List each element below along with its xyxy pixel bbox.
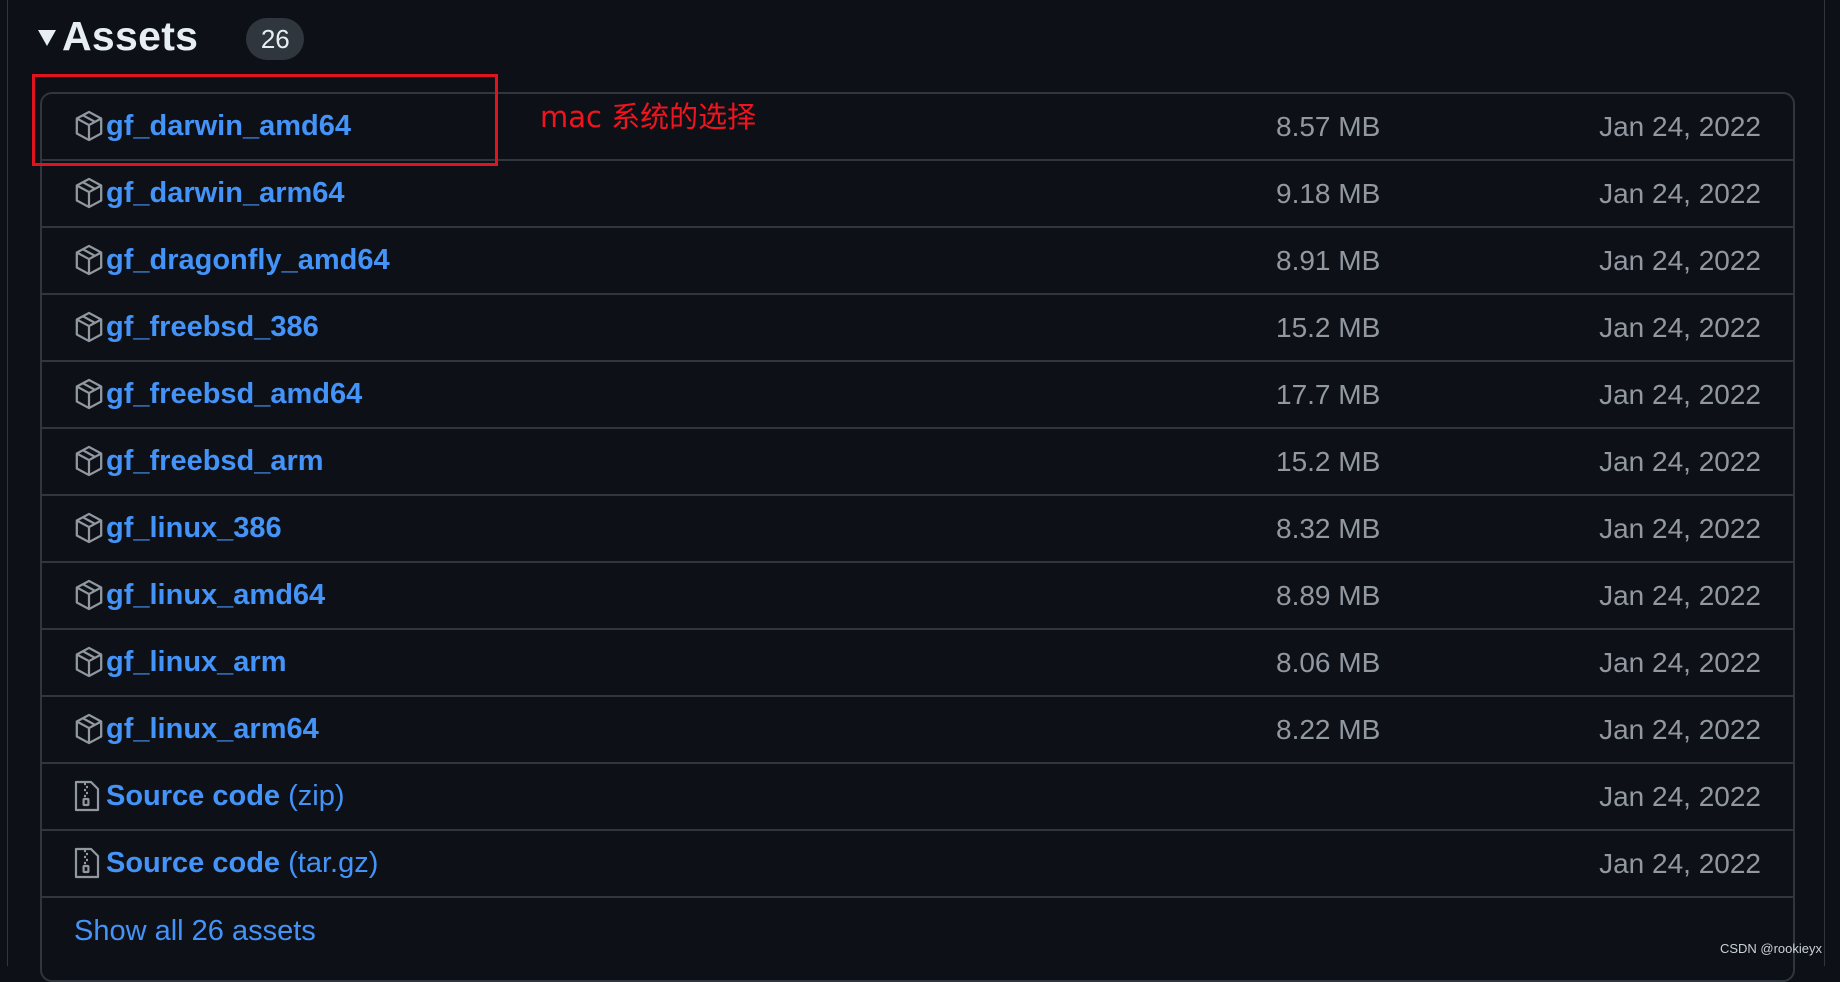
asset-row: gf_linux_arm 8.06 MB Jan 24, 2022 (42, 630, 1793, 697)
asset-date: Jan 24, 2022 (1599, 781, 1761, 812)
left-divider (7, 0, 8, 966)
show-all-assets-link[interactable]: Show all 26 assets (74, 898, 316, 964)
asset-download-link[interactable]: gf_darwin_arm64 (106, 161, 345, 226)
watermark: CSDN @rookieyx (1719, 941, 1822, 956)
assets-title: Assets (62, 12, 199, 59)
asset-date: Jan 24, 2022 (1599, 379, 1761, 410)
asset-name[interactable]: gf_darwin_arm64 (106, 177, 345, 209)
asset-size: 8.89 MB (1276, 580, 1381, 611)
asset-name-suffix[interactable]: (tar.gz) (280, 847, 378, 879)
asset-date: Jan 24, 2022 (1599, 647, 1761, 678)
asset-date: Jan 24, 2022 (1599, 312, 1761, 343)
annotation-highlight-box (32, 74, 498, 166)
asset-download-link[interactable]: gf_dragonfly_amd64 (106, 228, 390, 293)
package-icon (74, 311, 106, 345)
asset-date: Jan 24, 2022 (1599, 580, 1761, 611)
asset-size: 15.2 MB (1276, 312, 1381, 343)
asset-download-link[interactable]: gf_linux_amd64 (106, 563, 325, 628)
asset-download-link[interactable]: gf_freebsd_amd64 (106, 362, 362, 427)
asset-name[interactable]: gf_freebsd_arm (106, 445, 324, 477)
asset-row: Source code (zip) Jan 24, 2022 (42, 764, 1793, 831)
asset-row: gf_freebsd_arm 15.2 MB Jan 24, 2022 (42, 429, 1793, 496)
asset-date: Jan 24, 2022 (1599, 848, 1761, 879)
asset-size: 8.91 MB (1276, 245, 1381, 276)
asset-size: 8.32 MB (1276, 513, 1381, 544)
package-icon (74, 244, 106, 278)
asset-name[interactable]: Source code (106, 847, 280, 879)
asset-name[interactable]: gf_freebsd_amd64 (106, 378, 362, 410)
asset-date: Jan 24, 2022 (1599, 111, 1761, 142)
asset-download-link[interactable]: gf_linux_arm64 (106, 697, 319, 762)
annotation-label: mac 系统的选择 (540, 100, 757, 134)
asset-date: Jan 24, 2022 (1599, 513, 1761, 544)
asset-size: 17.7 MB (1276, 379, 1381, 410)
asset-size: 8.06 MB (1276, 647, 1381, 678)
asset-name[interactable]: gf_linux_amd64 (106, 579, 325, 611)
asset-name[interactable]: gf_dragonfly_amd64 (106, 244, 390, 276)
asset-name[interactable]: gf_linux_arm64 (106, 713, 319, 745)
file-zip-icon (74, 847, 106, 881)
asset-count-badge: 26 (246, 18, 305, 60)
asset-size: 8.57 MB (1276, 111, 1381, 142)
package-icon (74, 579, 106, 613)
package-icon (74, 378, 106, 412)
package-icon (74, 177, 106, 211)
asset-download-link[interactable]: Source code (tar.gz) (106, 831, 378, 896)
asset-download-link[interactable]: gf_freebsd_arm (106, 429, 324, 494)
asset-row: gf_linux_arm64 8.22 MB Jan 24, 2022 (42, 697, 1793, 764)
right-divider (1824, 0, 1825, 966)
asset-download-link[interactable]: gf_freebsd_386 (106, 295, 319, 360)
package-icon (74, 445, 106, 479)
asset-size: 15.2 MB (1276, 446, 1381, 477)
asset-list: Show all 26 assets gf_darwin_amd64 8.57 M… (40, 92, 1795, 982)
asset-name-suffix[interactable]: (zip) (280, 780, 344, 812)
asset-row: gf_dragonfly_amd64 8.91 MB Jan 24, 2022 (42, 228, 1793, 295)
asset-row: Source code (tar.gz) Jan 24, 2022 (42, 831, 1793, 898)
asset-row: gf_linux_386 8.32 MB Jan 24, 2022 (42, 496, 1793, 563)
asset-date: Jan 24, 2022 (1599, 446, 1761, 477)
asset-name[interactable]: gf_freebsd_386 (106, 311, 319, 343)
asset-name[interactable]: gf_linux_arm (106, 646, 287, 678)
asset-row: gf_linux_amd64 8.89 MB Jan 24, 2022 (42, 563, 1793, 630)
asset-row: gf_freebsd_386 15.2 MB Jan 24, 2022 (42, 295, 1793, 362)
asset-name[interactable]: Source code (106, 780, 280, 812)
asset-size: 9.18 MB (1276, 178, 1381, 209)
asset-date: Jan 24, 2022 (1599, 714, 1761, 745)
file-zip-icon (74, 780, 106, 814)
asset-row: gf_freebsd_amd64 17.7 MB Jan 24, 2022 (42, 362, 1793, 429)
package-icon (74, 713, 106, 747)
asset-download-link[interactable]: gf_linux_arm (106, 630, 287, 695)
asset-row: gf_darwin_arm64 9.18 MB Jan 24, 2022 (42, 161, 1793, 228)
package-icon (74, 512, 106, 546)
asset-name[interactable]: gf_linux_386 (106, 512, 282, 544)
package-icon (74, 646, 106, 680)
asset-download-link[interactable]: Source code (zip) (106, 764, 345, 829)
assets-section-header[interactable]: Assets 26 (38, 8, 305, 64)
asset-size: 8.22 MB (1276, 714, 1381, 745)
asset-date: Jan 24, 2022 (1599, 178, 1761, 209)
caret-down-icon[interactable] (38, 30, 56, 46)
asset-download-link[interactable]: gf_linux_386 (106, 496, 282, 561)
asset-date: Jan 24, 2022 (1599, 245, 1761, 276)
